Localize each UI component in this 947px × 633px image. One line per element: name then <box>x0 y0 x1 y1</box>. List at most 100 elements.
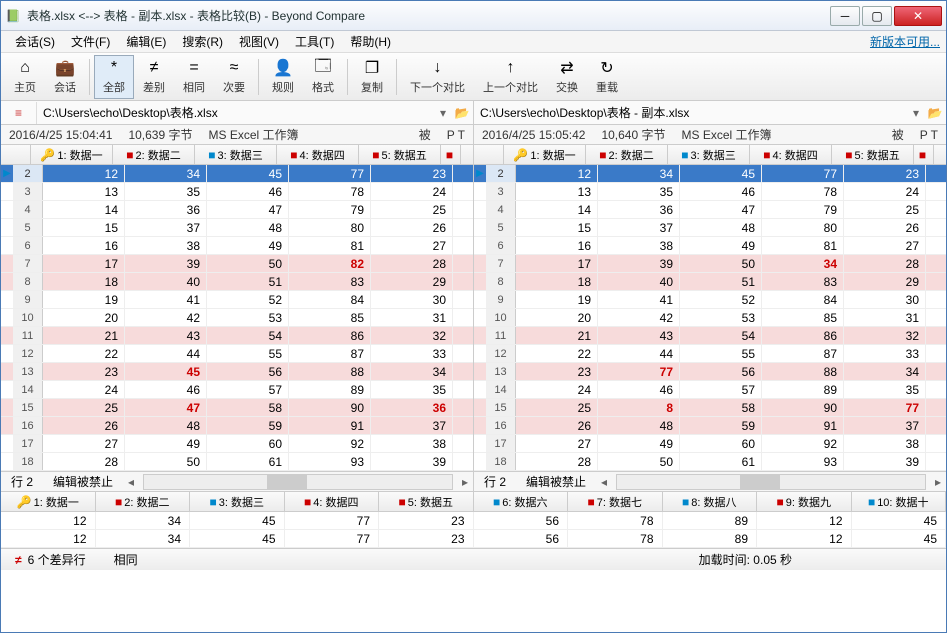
cell[interactable]: 86 <box>762 327 844 344</box>
cell[interactable]: 37 <box>125 219 207 236</box>
table-row[interactable]: 162648599137 <box>474 417 946 435</box>
toolbar-复制[interactable]: ❐复制 <box>352 55 392 99</box>
table-row[interactable]: 182850619339 <box>1 453 473 471</box>
table-row[interactable]: 172749609238 <box>474 435 946 453</box>
table-row[interactable]: 112143548632 <box>1 327 473 345</box>
detail-column-header[interactable]: 🔑1: 数据一 <box>1 492 96 511</box>
table-row[interactable]: 102042538531 <box>1 309 473 327</box>
cell[interactable]: 85 <box>762 309 844 326</box>
toolbar-相同[interactable]: =相同 <box>174 55 214 99</box>
cell[interactable]: 44 <box>125 345 207 362</box>
table-row[interactable]: ▶21234457723 <box>1 165 473 183</box>
cell[interactable]: 25 <box>371 201 453 218</box>
cell[interactable]: 77 <box>762 165 844 182</box>
cell[interactable]: 47 <box>680 201 762 218</box>
table-row[interactable]: 122244558733 <box>1 345 473 363</box>
cell[interactable]: 53 <box>680 309 762 326</box>
cell[interactable]: 35 <box>371 381 453 398</box>
cell[interactable]: 39 <box>125 255 207 272</box>
cell[interactable]: 27 <box>43 435 125 452</box>
cell[interactable]: 53 <box>207 309 289 326</box>
cell[interactable]: 90 <box>762 399 844 416</box>
cell[interactable]: 29 <box>844 273 926 290</box>
right-path-input[interactable] <box>474 103 908 123</box>
menu-tools[interactable]: 工具(T) <box>287 31 342 52</box>
cell[interactable]: 80 <box>762 219 844 236</box>
table-row[interactable]: 162648599137 <box>1 417 473 435</box>
detail-column-header[interactable]: ■3: 数据三 <box>190 492 285 511</box>
cell[interactable]: 33 <box>844 345 926 362</box>
table-row[interactable]: 41436477925 <box>1 201 473 219</box>
cell[interactable]: 51 <box>680 273 762 290</box>
scroll-left-arrow[interactable]: ◂ <box>596 475 612 489</box>
table-row[interactable]: 31335467824 <box>1 183 473 201</box>
cell[interactable]: 48 <box>207 219 289 236</box>
cell[interactable]: 60 <box>207 435 289 452</box>
cell[interactable]: 90 <box>289 399 371 416</box>
menu-file[interactable]: 文件(F) <box>63 31 118 52</box>
cell[interactable]: 41 <box>125 291 207 308</box>
cell[interactable]: 20 <box>43 309 125 326</box>
column-header[interactable]: ■2: 数据二 <box>586 145 668 164</box>
cell[interactable]: 48 <box>680 219 762 236</box>
scroll-right-arrow[interactable]: ▸ <box>457 475 473 489</box>
cell[interactable]: 17 <box>43 255 125 272</box>
cell[interactable]: 13 <box>43 183 125 200</box>
toolbar-差别[interactable]: ≠差别 <box>134 55 174 99</box>
cell[interactable]: 13 <box>516 183 598 200</box>
cell[interactable]: 45 <box>680 165 762 182</box>
cell[interactable]: 34 <box>371 363 453 380</box>
cell[interactable]: 45 <box>207 165 289 182</box>
cell[interactable]: 49 <box>680 237 762 254</box>
cell[interactable]: 78 <box>289 183 371 200</box>
detail-row[interactable]: 12344577235678891245 <box>1 530 946 548</box>
cell[interactable]: 92 <box>762 435 844 452</box>
left-pt[interactable]: P T <box>439 128 473 142</box>
cell[interactable]: 15 <box>43 219 125 236</box>
cell[interactable]: 89 <box>762 381 844 398</box>
cell[interactable]: 58 <box>207 399 289 416</box>
cell[interactable]: 60 <box>680 435 762 452</box>
cell[interactable]: 59 <box>680 417 762 434</box>
cell[interactable]: 24 <box>43 381 125 398</box>
cell[interactable]: 30 <box>371 291 453 308</box>
menu-session[interactable]: 会话(S) <box>7 31 63 52</box>
right-grid-body[interactable]: ▶212344577233133546782441436477925515374… <box>474 165 946 471</box>
cell[interactable]: 22 <box>43 345 125 362</box>
cell[interactable]: 16 <box>516 237 598 254</box>
cell[interactable]: 84 <box>289 291 371 308</box>
toolbar-交换[interactable]: ⇄交换 <box>547 55 587 99</box>
detail-column-header[interactable]: ■5: 数据五 <box>379 492 474 511</box>
cell[interactable]: 38 <box>598 237 680 254</box>
cell[interactable]: 46 <box>680 183 762 200</box>
table-row[interactable]: 102042538531 <box>474 309 946 327</box>
detail-column-header[interactable]: ■7: 数据七 <box>568 492 663 511</box>
cell[interactable]: 23 <box>371 165 453 182</box>
cell[interactable]: 35 <box>844 381 926 398</box>
column-header[interactable]: ■5: 数据五 <box>359 145 441 164</box>
cell[interactable]: 88 <box>762 363 844 380</box>
cell[interactable]: 84 <box>762 291 844 308</box>
cell[interactable]: 28 <box>844 255 926 272</box>
cell[interactable]: 16 <box>43 237 125 254</box>
scroll-left-arrow[interactable]: ◂ <box>123 475 139 489</box>
cell[interactable]: 86 <box>289 327 371 344</box>
menu-view[interactable]: 视图(V) <box>231 31 287 52</box>
cell[interactable]: 38 <box>371 435 453 452</box>
table-row[interactable]: 91941528430 <box>474 291 946 309</box>
cell[interactable]: 25 <box>43 399 125 416</box>
new-version-link[interactable]: 新版本可用... <box>870 33 940 50</box>
toolbar-重载[interactable]: ↻重载 <box>587 55 627 99</box>
toolbar-规则[interactable]: 👤规则 <box>263 55 303 99</box>
cell[interactable]: 52 <box>680 291 762 308</box>
cell[interactable]: 41 <box>598 291 680 308</box>
cell[interactable]: 43 <box>125 327 207 344</box>
toolbar-上一个对比[interactable]: ↑上一个对比 <box>474 55 547 99</box>
right-pt[interactable]: P T <box>912 128 946 142</box>
cell[interactable]: 61 <box>680 453 762 470</box>
table-row[interactable]: 71739503428 <box>474 255 946 273</box>
cell[interactable]: 37 <box>371 417 453 434</box>
toolbar-全部[interactable]: *全部 <box>94 55 134 99</box>
cell[interactable]: 93 <box>762 453 844 470</box>
cell[interactable]: 78 <box>762 183 844 200</box>
